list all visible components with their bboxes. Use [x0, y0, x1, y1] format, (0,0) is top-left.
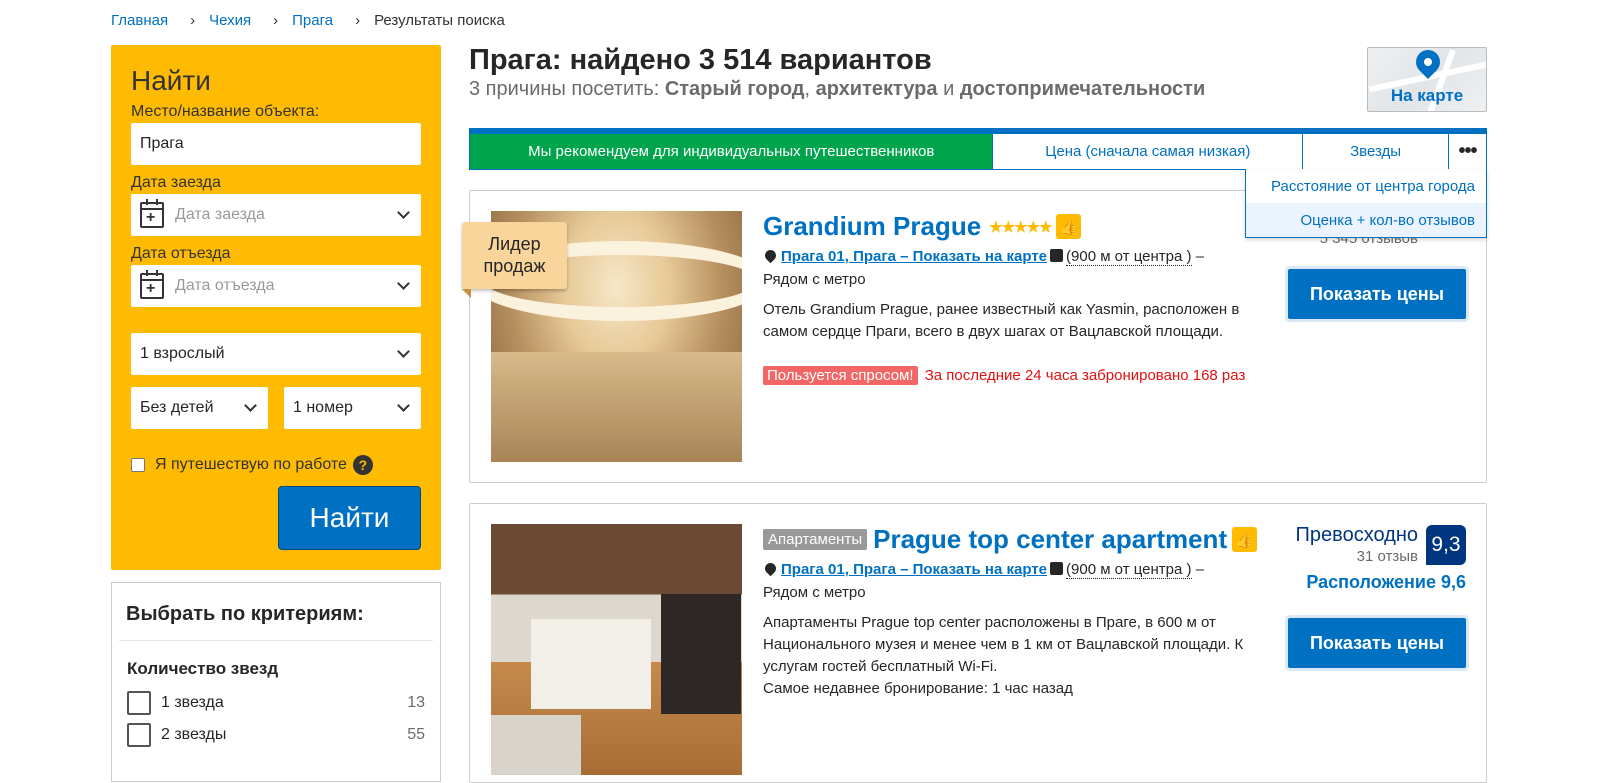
- reasons-separator: и: [937, 78, 960, 100]
- breadcrumb-country[interactable]: Чехия: [209, 12, 251, 29]
- filter-row[interactable]: 1 звезда 13: [119, 687, 433, 719]
- children-value: Без детей: [140, 399, 214, 416]
- reason-sights: достопримечательности: [959, 78, 1206, 100]
- sort-dropdown: Расстояние от центра города Оценка + кол…: [1245, 169, 1487, 238]
- work-trip-label[interactable]: Я путешествую по работе: [155, 456, 347, 474]
- show-on-map-link[interactable]: Прага 01, Прага – Показать на карте: [781, 248, 1047, 265]
- children-select[interactable]: Без детей: [131, 387, 268, 429]
- show-map-button[interactable]: На карте: [1367, 47, 1487, 112]
- adults-select[interactable]: 1 взрослый: [131, 333, 421, 375]
- work-trip-option: Я путешествую по работе ?: [131, 455, 421, 475]
- sort-bar: Мы рекомендуем для индивидуальных путеше…: [469, 128, 1487, 170]
- place-input[interactable]: Прага: [131, 123, 421, 165]
- sort-tab-price[interactable]: Цена (сначала самая низкая): [992, 134, 1302, 169]
- chevron-right-icon: ›: [355, 12, 361, 29]
- help-icon[interactable]: ?: [352, 455, 373, 475]
- show-prices-button[interactable]: Показать цены: [1288, 269, 1466, 319]
- checkout-placeholder: Дата отъезда: [175, 277, 275, 294]
- rooms-select[interactable]: 1 номер: [284, 387, 421, 429]
- chevron-right-icon: ›: [273, 12, 279, 29]
- hotel-location: Прага 01, Прага – Показать на карте (900 …: [762, 558, 1253, 604]
- hotel-location: Прага 01, Прага – Показать на карте (900 …: [762, 245, 1253, 291]
- hotel-description: Апартаменты Prague top center расположен…: [763, 614, 1244, 675]
- thumbs-up-icon: 👍: [1056, 214, 1082, 239]
- checkin-field[interactable]: + Дата заезда: [131, 194, 421, 236]
- stars-filter-title: Количество звезд: [127, 659, 279, 678]
- checkin-placeholder: Дата заезда: [175, 206, 265, 223]
- show-map-label: На карте: [1390, 86, 1464, 105]
- filter-row[interactable]: 2 звезды 55: [119, 719, 433, 751]
- breadcrumb: Главная › Чехия › Прага › Результаты пои…: [111, 12, 505, 29]
- checkout-label: Дата отъезда: [131, 245, 231, 262]
- hotel-name-row: Grandium Prague ★★★★★ 👍: [763, 211, 1082, 242]
- more-options-icon[interactable]: •••: [1448, 134, 1486, 169]
- filter-checkbox[interactable]: [127, 691, 151, 715]
- breadcrumb-current: Результаты поиска: [374, 12, 505, 29]
- breadcrumb-city[interactable]: Прага: [292, 12, 333, 29]
- filter-label: 1 звезда: [161, 694, 224, 711]
- reason-old-town: Старый город: [664, 78, 805, 100]
- location-pin-icon: [762, 247, 779, 264]
- chevron-down-icon: [397, 206, 410, 219]
- distance-text: (900 м от центра ): [1066, 248, 1192, 266]
- hotel-name-row: Апартаменты Prague top center apartment …: [763, 524, 1258, 555]
- page-title: Прага: найдено 3 514 вариантов: [469, 44, 932, 76]
- filter-count: 55: [407, 726, 425, 743]
- search-button[interactable]: Найти: [278, 486, 421, 550]
- distance-text: (900 м от центра ): [1066, 561, 1192, 579]
- calendar-icon: +: [140, 270, 164, 299]
- recent-booking: Самое недавнее бронирование: 1 час назад: [763, 680, 1073, 697]
- chevron-down-icon: [397, 399, 410, 412]
- calendar-icon: +: [140, 199, 164, 228]
- star-rating: ★★★★★: [989, 218, 1052, 236]
- demand-notice: Пользуется спросом! За последние 24 часа…: [763, 365, 1258, 387]
- show-prices-button[interactable]: Показать цены: [1288, 618, 1466, 668]
- map-icon: [1050, 562, 1064, 575]
- filter-checkbox[interactable]: [127, 723, 151, 747]
- filter-count: 13: [407, 694, 425, 711]
- bestseller-badge: Лидер продаж: [462, 222, 567, 298]
- sort-option-reviews[interactable]: Оценка + кол-во отзывов: [1246, 203, 1486, 237]
- sort-tab-stars[interactable]: Звезды: [1302, 134, 1448, 169]
- hotel-card: Апартаменты Prague top center apartment …: [469, 503, 1487, 783]
- show-on-map-link[interactable]: Прага 01, Прага – Показать на карте: [781, 561, 1047, 578]
- location-score: Расположение 9,6: [1306, 572, 1466, 592]
- work-trip-checkbox[interactable]: [131, 458, 145, 472]
- reason-architecture: архитектура: [815, 78, 938, 100]
- place-label: Место/название объекта:: [131, 103, 320, 120]
- hotel-description: Отель Grandium Prague, ранее известный к…: [763, 301, 1240, 340]
- search-title: Найти: [131, 65, 211, 96]
- search-panel: Найти Место/название объекта: Прага Дата…: [111, 45, 441, 570]
- adults-value: 1 взрослый: [140, 345, 225, 362]
- hotel-name[interactable]: Grandium Prague: [763, 211, 981, 242]
- hotel-photo[interactable]: [491, 524, 742, 775]
- demand-tag: Пользуется спросом!: [763, 366, 918, 385]
- map-icon: [1050, 249, 1064, 262]
- filters-title: Выбрать по критериям:: [119, 603, 433, 641]
- property-type-badge: Апартаменты: [763, 529, 868, 550]
- reasons-separator: ,: [804, 78, 816, 100]
- location-pin-icon: [762, 560, 779, 577]
- review-score[interactable]: 9,3: [1426, 525, 1466, 565]
- reasons-prefix: 3 причины посетить:: [469, 78, 665, 100]
- rooms-value: 1 номер: [293, 399, 353, 416]
- reasons-subtitle: 3 причины посетить: Старый город, архите…: [469, 78, 1205, 101]
- filters-panel: Выбрать по критериям: Количество звезд 1…: [111, 582, 441, 782]
- sort-tab-recommended[interactable]: Мы рекомендуем для индивидуальных путеше…: [470, 134, 993, 169]
- demand-text: За последние 24 часа забронировано 168 р…: [920, 367, 1246, 384]
- chevron-down-icon: [397, 345, 410, 358]
- chevron-right-icon: ›: [190, 12, 196, 29]
- hotel-name[interactable]: Prague top center apartment: [873, 524, 1227, 555]
- breadcrumb-home[interactable]: Главная: [111, 12, 168, 29]
- review-verdict: Превосходно: [1295, 524, 1418, 546]
- chevron-down-icon: [397, 277, 410, 290]
- chevron-down-icon: [244, 399, 257, 412]
- thumbs-up-icon: 👍: [1232, 527, 1258, 552]
- sort-option-distance[interactable]: Расстояние от центра города: [1246, 169, 1486, 203]
- review-count: 31 отзыв: [1356, 548, 1418, 565]
- filter-label: 2 звезды: [161, 726, 227, 743]
- checkout-field[interactable]: + Дата отъезда: [131, 265, 421, 307]
- checkin-label: Дата заезда: [131, 174, 221, 191]
